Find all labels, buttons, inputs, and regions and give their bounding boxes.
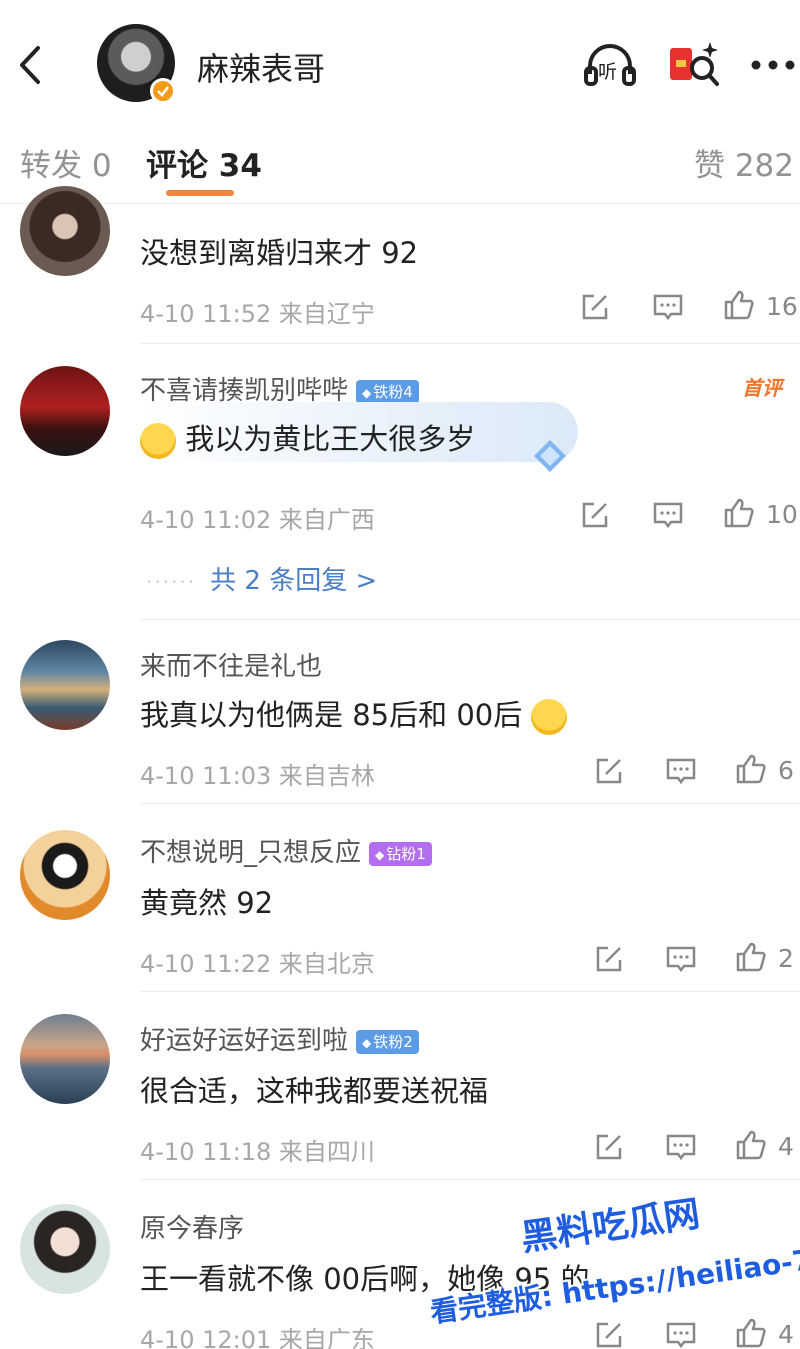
comment-icon[interactable] <box>664 1130 698 1164</box>
like-icon[interactable] <box>734 1316 768 1349</box>
fan-badge: ◆ 铁粉4 <box>356 379 419 404</box>
commenter-name[interactable]: 来而不往是礼也 <box>140 646 322 683</box>
tab-bar: 转发 0 评论 34 赞 282 <box>0 120 800 204</box>
comment-text: 黄竟然 92 <box>140 886 274 920</box>
top-bar: 麻辣表哥 听 <box>0 0 800 120</box>
comment-text: 没想到离婚归来才 92 <box>140 236 419 270</box>
like-count: 2 <box>778 944 794 973</box>
active-tab-indicator <box>166 190 234 196</box>
more-dots-icon <box>751 60 795 70</box>
comment-meta: 4-10 11:52 来自辽宁 <box>140 300 375 328</box>
fan-badge: ◆ 钻粉1 <box>369 841 432 866</box>
comment-icon[interactable] <box>664 942 698 976</box>
like-count: 16 <box>766 292 798 321</box>
commenter-name[interactable]: 原今春序 <box>140 1208 244 1245</box>
comment-icon[interactable] <box>664 754 698 788</box>
comment-item: 好运好运好运到啦 ◆ 铁粉2 很合适，这种我都要送祝福 4-10 11:18 来自四… <box>0 992 800 1180</box>
diamond-icon <box>534 440 566 472</box>
commenter-avatar[interactable] <box>20 830 110 920</box>
share-icon[interactable] <box>592 1130 626 1164</box>
like-count: 6 <box>778 756 794 785</box>
comment-item: 没想到离婚归来才 92 4-10 11:52 来自辽宁 16 <box>0 186 800 344</box>
like-icon[interactable] <box>734 940 768 974</box>
first-comment-label: 首评 <box>742 376 782 400</box>
comment-item: 来而不往是礼也 我真以为他俩是 85后和 00后 4-10 11:03 来自吉林… <box>0 620 800 804</box>
like-count: 10 <box>766 500 798 529</box>
tab-reposts[interactable]: 转发 0 <box>20 140 112 185</box>
tab-likes[interactable]: 赞 282 <box>694 140 794 185</box>
commenter-name[interactable]: 好运好运好运到啦 ◆ 铁粉2 <box>140 1020 419 1057</box>
verified-badge-icon <box>150 78 176 104</box>
comment-icon[interactable] <box>664 1318 698 1349</box>
like-count: 4 <box>778 1320 794 1349</box>
chevron-left-icon <box>20 46 40 84</box>
listen-label: 听 <box>598 61 618 83</box>
like-icon[interactable] <box>722 496 756 530</box>
like-icon[interactable] <box>722 288 756 322</box>
comment-meta: 4-10 12:01 来自广东 <box>140 1326 375 1349</box>
commenter-avatar[interactable] <box>20 1014 110 1104</box>
comment-meta: 4-10 11:03 来自吉林 <box>140 762 375 790</box>
comment-meta: 4-10 11:02 来自广西 <box>140 506 375 534</box>
comment-text: 我以为黄比王大很多岁 <box>140 416 475 459</box>
share-icon[interactable] <box>592 1318 626 1349</box>
share-icon[interactable] <box>578 498 612 532</box>
comment-item: 不想说明_只想反应 ◆ 钻粉1 黄竟然 92 4-10 11:22 来自北京 2 <box>0 804 800 992</box>
share-icon[interactable] <box>578 290 612 324</box>
comment-text: 我真以为他俩是 85后和 00后 <box>140 692 568 735</box>
emoji-face-icon <box>140 423 176 459</box>
share-icon[interactable] <box>592 754 626 788</box>
comment-meta: 4-10 11:22 来自北京 <box>140 950 375 978</box>
diamond-icon: ◆ <box>375 847 385 862</box>
commenter-avatar[interactable] <box>20 1204 110 1294</box>
red-packet-icon <box>670 42 719 86</box>
comment-meta: 4-10 11:18 来自四川 <box>140 1138 375 1166</box>
profile-name[interactable]: 麻辣表哥 <box>197 44 325 90</box>
like-icon[interactable] <box>734 1128 768 1162</box>
diamond-icon: ◆ <box>362 1035 372 1050</box>
commenter-avatar[interactable] <box>20 640 110 730</box>
red-packet-search-button[interactable] <box>666 38 722 92</box>
like-icon[interactable] <box>734 752 768 786</box>
comment-icon[interactable] <box>651 290 685 324</box>
view-replies-link[interactable]: ······ 共 2 条回复 > <box>146 560 377 597</box>
comment-item: 不喜请揍凯别哔哔 ◆ 铁粉4 首评 我以为黄比王大很多岁 4-10 11:02 来自… <box>0 344 800 620</box>
tab-comments[interactable]: 评论 34 <box>146 140 262 185</box>
commenter-avatar[interactable] <box>20 366 110 456</box>
commenter-avatar[interactable] <box>20 186 110 276</box>
back-button[interactable] <box>10 38 50 92</box>
comment-text: 很合适，这种我都要送祝福 <box>140 1074 489 1108</box>
commenter-name[interactable]: 不想说明_只想反应 ◆ 钻粉1 <box>140 832 432 869</box>
more-button[interactable] <box>748 38 800 92</box>
like-count: 4 <box>778 1132 794 1161</box>
fan-badge: ◆ 铁粉2 <box>356 1029 419 1054</box>
share-icon[interactable] <box>592 942 626 976</box>
listen-button[interactable]: 听 <box>582 38 638 92</box>
comment-icon[interactable] <box>651 498 685 532</box>
laughing-emoji-icon <box>531 699 568 735</box>
diamond-icon: ◆ <box>362 385 372 400</box>
